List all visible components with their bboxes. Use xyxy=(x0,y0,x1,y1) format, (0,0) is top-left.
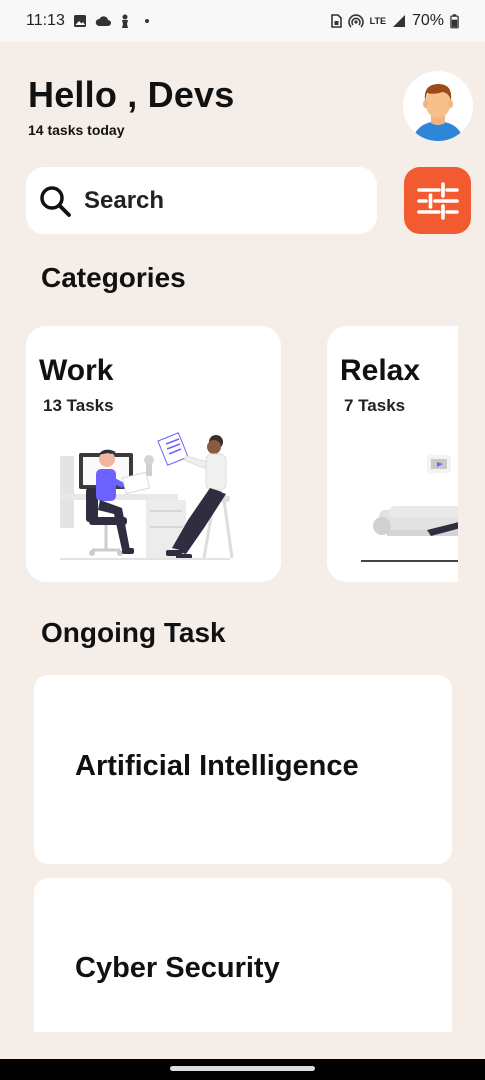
category-count: 13 Tasks xyxy=(43,396,114,415)
avatar-person-icon xyxy=(413,83,463,141)
battery-icon xyxy=(450,13,459,28)
filter-button[interactable] xyxy=(404,167,471,234)
search-input[interactable]: Search xyxy=(26,167,377,234)
figure-icon xyxy=(121,14,128,28)
sim-icon xyxy=(330,14,342,28)
search-icon xyxy=(40,185,71,217)
ongoing-task-heading: Ongoing Task xyxy=(41,617,226,648)
category-name: Relax xyxy=(340,354,421,387)
greeting-title: Hello , Devs xyxy=(28,74,235,115)
search-placeholder: Search xyxy=(84,186,165,214)
system-nav-bar xyxy=(0,1059,485,1080)
dot-icon xyxy=(144,19,149,23)
work-illustration xyxy=(60,432,234,560)
home-gesture-handle[interactable] xyxy=(170,1066,315,1071)
hotspot-icon xyxy=(347,14,364,28)
avatar[interactable] xyxy=(403,71,473,141)
image-icon xyxy=(73,15,86,27)
lte-label: LTE xyxy=(369,15,386,26)
cloud-icon xyxy=(95,16,111,26)
signal-icon xyxy=(392,15,405,27)
tasks-today-label: 14 tasks today xyxy=(28,122,125,138)
task-title: Artificial Intelligence xyxy=(75,750,359,782)
category-name: Work xyxy=(39,354,114,387)
battery-percent: 70% xyxy=(411,12,444,29)
categories-heading: Categories xyxy=(41,262,186,293)
task-card-cyber-security[interactable]: Cyber Security xyxy=(34,878,452,1032)
status-bar: 11:13 LTE 70% xyxy=(0,0,485,42)
category-card-relax[interactable]: Relax 7 Tasks xyxy=(327,326,458,582)
task-card-ai[interactable]: Artificial Intelligence xyxy=(34,675,452,864)
category-card-work[interactable]: Work 13 Tasks xyxy=(26,326,281,582)
sliders-icon xyxy=(416,181,459,220)
status-time: 11:13 xyxy=(26,12,65,29)
relax-illustration xyxy=(361,455,458,562)
categories-carousel[interactable]: Work 13 Tasks Relax 7 Tasks xyxy=(26,326,458,584)
category-count: 7 Tasks xyxy=(344,396,406,415)
task-title: Cyber Security xyxy=(75,952,280,984)
